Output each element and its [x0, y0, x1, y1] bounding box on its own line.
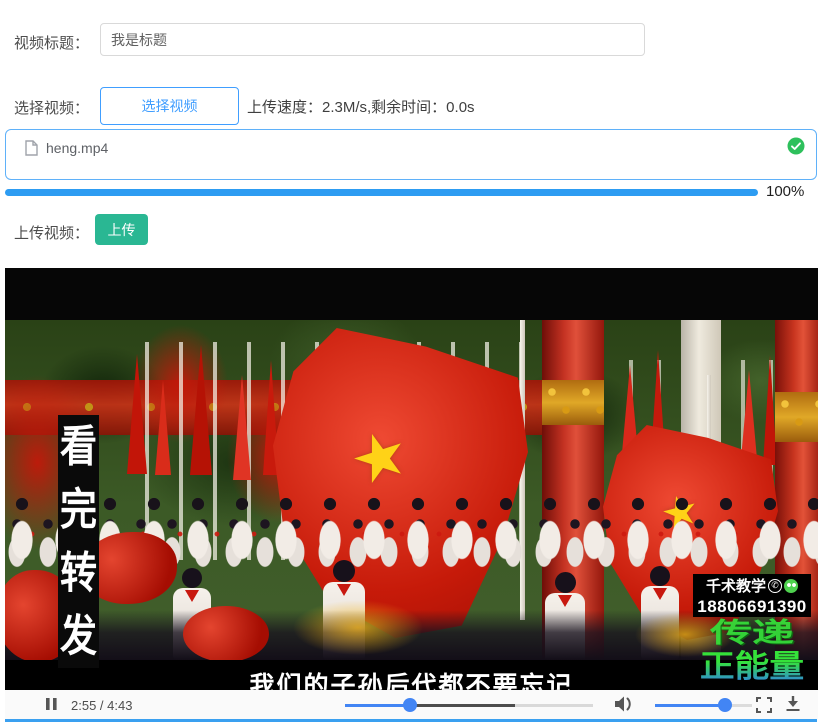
seek-remaining-track: [515, 704, 593, 707]
select-video-label: 选择视频：: [14, 97, 89, 118]
mute-button[interactable]: [613, 695, 635, 713]
video-controls-bar: 2:55 / 4:43: [5, 690, 818, 719]
upload-progress-label: 100%: [766, 183, 804, 200]
time-display: 2:55 / 4:43: [71, 698, 132, 713]
fullscreen-button[interactable]: [755, 696, 773, 714]
upload-progress-bar: [5, 189, 758, 196]
select-video-button[interactable]: 选择视频: [100, 87, 239, 125]
download-icon: [784, 700, 802, 715]
seek-thumb[interactable]: [403, 698, 417, 712]
video-player: ★ ★ 看 完 转 发: [5, 268, 818, 719]
seek-played-track: [345, 704, 410, 707]
speaker-icon: [613, 701, 635, 716]
video-title-label: 视频标题：: [14, 32, 89, 53]
document-icon: [24, 140, 38, 161]
fullscreen-icon: [755, 702, 773, 717]
uploaded-file-item[interactable]: heng.mp4: [5, 129, 817, 180]
download-button[interactable]: [784, 695, 802, 712]
video-title-input[interactable]: [100, 23, 645, 56]
upload-button[interactable]: 上传: [95, 214, 148, 245]
volume-thumb[interactable]: [718, 698, 732, 712]
volume-slider[interactable]: [655, 699, 752, 711]
file-name: heng.mp4: [46, 140, 108, 156]
pause-icon: [45, 699, 58, 714]
upload-speed-text: 上传速度：2.3M/s,剩余时间：0.0s: [247, 96, 475, 117]
seek-bar[interactable]: [345, 699, 593, 711]
seek-buffered-track: [410, 704, 515, 707]
video-surface[interactable]: [5, 268, 818, 690]
upload-video-label: 上传视频：: [14, 222, 89, 243]
pause-button[interactable]: [45, 697, 58, 711]
check-circle-icon: [787, 137, 805, 160]
volume-filled-track: [655, 704, 725, 707]
